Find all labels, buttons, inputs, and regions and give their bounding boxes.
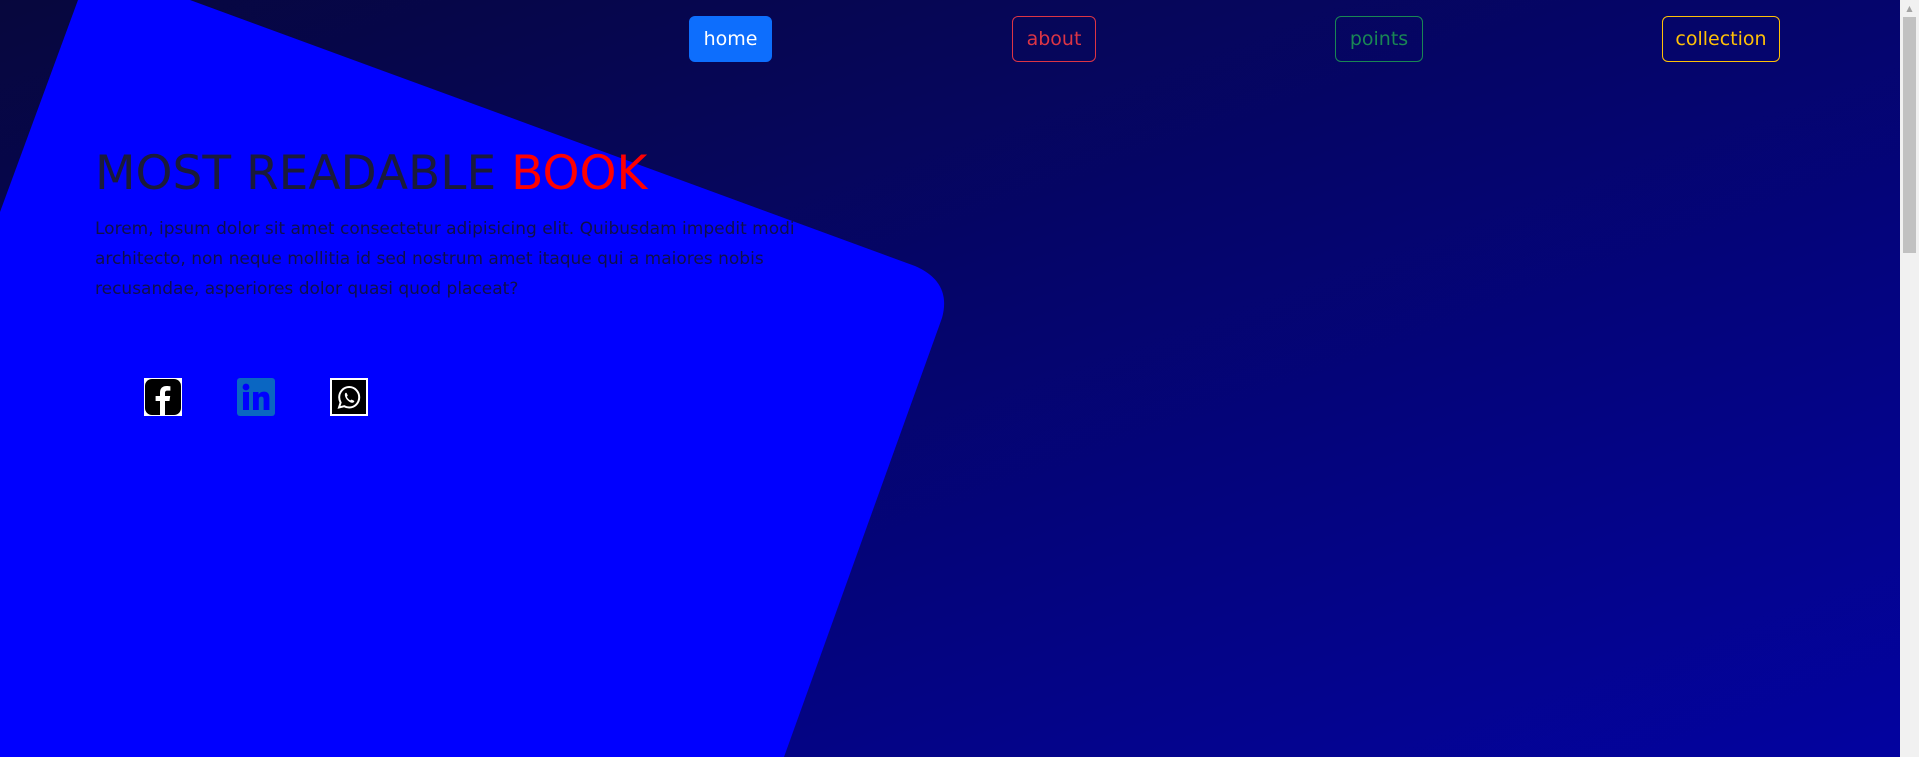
facebook-icon[interactable] (144, 378, 182, 416)
hero-description: Lorem, ipsum dolor sit amet consectetur … (95, 219, 795, 299)
scroll-thumb[interactable] (1903, 17, 1916, 253)
background-shape (0, 0, 945, 757)
collection-button[interactable]: collection (1662, 16, 1780, 62)
whatsapp-icon[interactable] (330, 378, 368, 416)
hero-title-accent: BOOK (511, 146, 648, 201)
points-button[interactable]: points (1335, 16, 1423, 62)
home-button[interactable]: home (689, 16, 772, 62)
scroll-up-icon[interactable]: ▲ (1900, 0, 1919, 17)
about-button[interactable]: about (1012, 16, 1096, 62)
scrollbar[interactable]: ▲ (1900, 0, 1919, 757)
hero-title-main: MOST READABLE (95, 146, 512, 201)
linkedin-icon[interactable] (237, 378, 275, 416)
hero-title: MOST READABLE BOOK (95, 144, 647, 204)
page: home about points collection MOST READAB… (0, 0, 1919, 757)
